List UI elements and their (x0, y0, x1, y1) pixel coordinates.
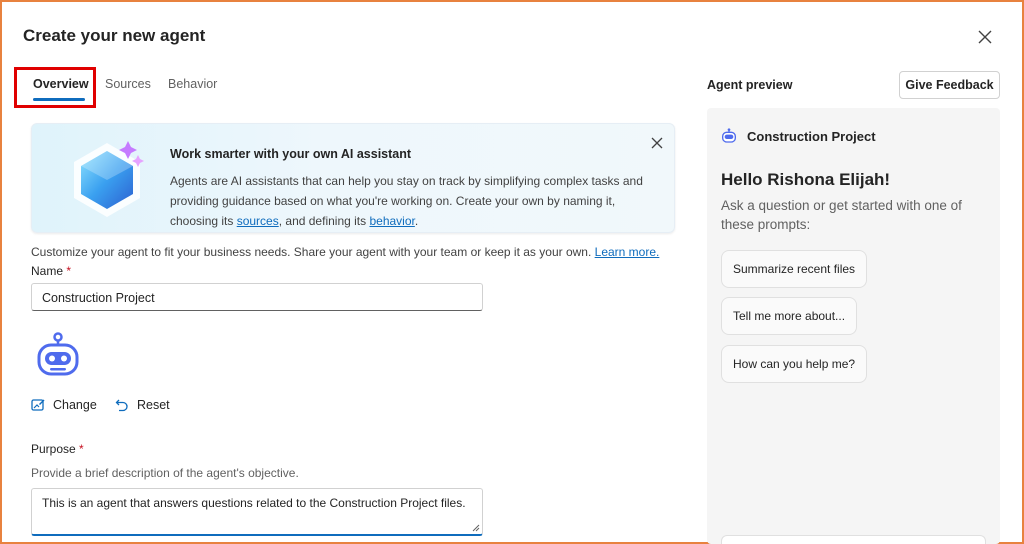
agent-preview-panel: Construction Project Hello Rishona Elija… (707, 108, 1000, 544)
dialog-title: Create your new agent (23, 26, 206, 45)
preview-agent-name: Construction Project (747, 128, 876, 144)
image-edit-icon (31, 399, 45, 411)
resize-handle-icon[interactable] (472, 524, 480, 532)
change-icon-button[interactable]: Change (31, 398, 97, 412)
prompt-chip[interactable]: Tell me more about... (721, 297, 858, 335)
chat-input-area[interactable] (721, 535, 986, 544)
banner-body: Agents are AI assistants that can help y… (170, 171, 650, 231)
required-mark: * (79, 442, 84, 456)
intro-text: Customize your agent to fit your busines… (31, 245, 659, 259)
banner-text: , and defining its (278, 214, 370, 228)
tab-sources[interactable]: Sources (105, 77, 151, 91)
intro-description: Customize your agent to fit your busines… (31, 245, 592, 259)
preview-agent-header: Construction Project (721, 128, 876, 144)
prompt-chip[interactable]: How can you help me? (721, 345, 868, 383)
robot-avatar-icon (37, 332, 79, 376)
required-mark: * (66, 264, 72, 278)
name-input[interactable]: Construction Project (31, 283, 483, 311)
highlight-box (14, 67, 96, 108)
change-label: Change (53, 398, 97, 412)
purpose-textarea[interactable]: This is an agent that answers questions … (31, 488, 483, 536)
robot-avatar-icon (722, 128, 736, 143)
preview-greeting: Hello Rishona Elijah! (721, 170, 891, 189)
preview-subtitle: Ask a question or get started with one o… (721, 198, 962, 232)
purpose-label-text: Purpose (31, 442, 76, 456)
learn-more-link[interactable]: Learn more. (595, 245, 660, 259)
undo-icon (115, 399, 128, 412)
reset-label: Reset (137, 398, 170, 412)
purpose-label: Purpose * (31, 442, 84, 456)
tab-behavior[interactable]: Behavior (168, 77, 217, 91)
banner-title: Work smarter with your own AI assistant (170, 147, 412, 161)
name-label-text: Name (31, 264, 64, 278)
banner-text: . (414, 214, 419, 228)
ai-assistant-illustration-icon (74, 141, 144, 217)
purpose-hint: Provide a brief description of the agent… (31, 466, 299, 480)
prompt-chip[interactable]: Summarize recent files (721, 250, 868, 288)
behavior-link[interactable]: behavior (369, 214, 414, 228)
sources-link[interactable]: sources (237, 214, 279, 228)
reset-icon-button[interactable]: Reset (115, 398, 170, 412)
agent-preview-title: Agent preview (707, 78, 793, 92)
dialog-window: Create your new agent Overview Sources B… (0, 0, 1024, 544)
purpose-text: This is an agent that answers questions … (42, 496, 466, 510)
give-feedback-button[interactable]: Give Feedback (899, 71, 1000, 99)
info-banner: Work smarter with your own AI assistant … (31, 123, 675, 233)
close-icon[interactable] (974, 26, 996, 48)
name-label: Name * (31, 264, 71, 278)
banner-close-icon[interactable] (651, 136, 667, 152)
